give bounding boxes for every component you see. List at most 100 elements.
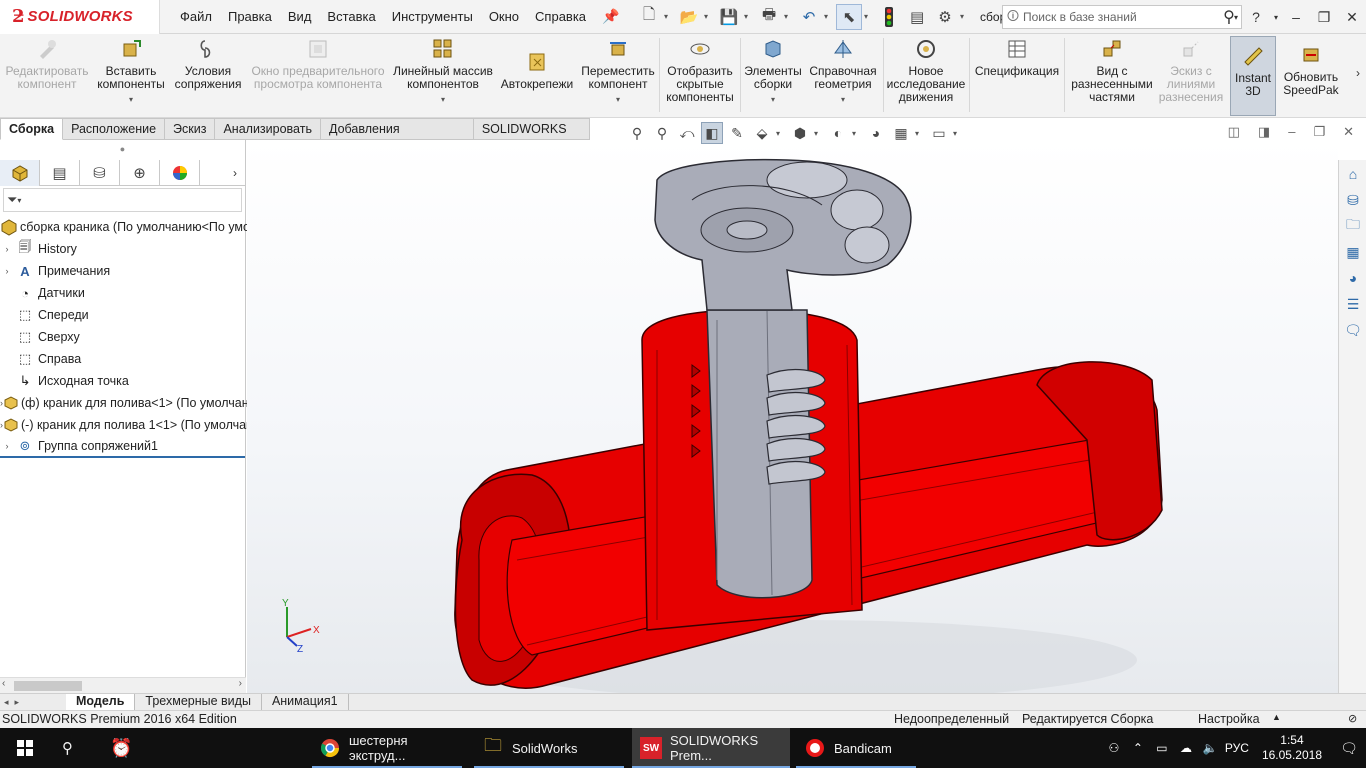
search-input[interactable]: Поиск в базе знаний [1023,10,1217,24]
show-hidden-components-button[interactable]: Отобразить скрытые компоненты [662,36,738,116]
dynamic-annotation-icon[interactable]: ✎ [726,122,748,144]
print-dropdown-icon[interactable]: ▾ [784,12,794,21]
task-view-icon[interactable]: ⏰ [110,728,136,768]
menu-view[interactable]: Вид [280,0,320,34]
tab-addins[interactable]: Добавления SOLIDWORKS [320,118,474,156]
apply-scene-icon[interactable]: ▦ [890,122,912,144]
new-motion-study-button[interactable]: Новое исследование движения [885,36,967,116]
tree-item-history[interactable]: › 🗐 History [0,238,245,260]
tab-3d-views[interactable]: Трехмерные виды [135,694,262,710]
undo-dropdown-icon[interactable]: ▾ [824,12,834,21]
tree-item-sensors[interactable]: ◔ Датчики [0,282,245,304]
filter-dropdown-icon[interactable]: ▾ [17,196,21,205]
knowledge-base-search[interactable]: 🛈 Поиск в базе знаний ⚲ [1002,5,1242,29]
notifications-icon[interactable]: 🗨 [1332,740,1366,757]
solidworks-resources-icon[interactable]: ⌂ [1341,162,1365,186]
tabs-more-chevron-icon[interactable]: › [225,160,245,185]
doc-restore-left-icon[interactable]: ◫ [1228,124,1240,140]
forum-icon[interactable]: 🗨 [1341,318,1365,342]
tree-item-front-plane[interactable]: ⬚ Спереди [0,304,245,326]
edit-appearance-icon[interactable]: ◕ [865,122,887,144]
hide-show-items-icon[interactable]: ◐ [827,122,849,144]
open-icon[interactable]: 📂 [676,4,702,30]
doc-maximize-icon[interactable]: ❐ [1313,124,1325,140]
dimxpert-manager-tab-icon[interactable]: ⊕ [120,160,160,186]
appearances-icon[interactable]: ◕ [1341,266,1365,290]
tab-navigation-arrows-icon[interactable]: ◂▸ [0,697,66,708]
scroll-left-icon[interactable]: ‹ [2,678,5,689]
insert-components-dropdown-icon[interactable]: ▾ [129,93,133,106]
insert-components-button[interactable]: Вставить компоненты ▾ [94,36,168,116]
expand-icon[interactable]: › [0,266,14,276]
move-component-dropdown-icon[interactable]: ▾ [616,93,620,106]
file-properties-icon[interactable]: ▤ [904,4,930,30]
restore-icon[interactable]: ❐ [1310,9,1338,26]
menu-tools[interactable]: Инструменты [384,0,481,34]
doc-restore-right-icon[interactable]: ◨ [1258,124,1270,140]
view-settings-dropdown-icon[interactable]: ▾ [953,129,963,138]
view-orientation-icon[interactable]: ⬙ [751,122,773,144]
move-component-button[interactable]: Переместить компонент ▾ [580,36,656,116]
graphics-area[interactable]: Y X Z [247,140,1338,693]
taskbar-app-folder[interactable]: 🗀 SolidWorks [474,728,624,768]
open-dropdown-icon[interactable]: ▾ [704,12,714,21]
undo-icon[interactable]: ↶ [796,4,822,30]
smart-fasteners-button[interactable]: Автокрепежи [496,36,578,116]
clock[interactable]: 1:54 16.05.2018 [1262,733,1322,763]
tree-item-right-plane[interactable]: ⬚ Справа [0,348,245,370]
solidworks-logo[interactable]: ƻ SOLIDWORKS [0,0,160,34]
exploded-view-button[interactable]: Вид с разнесенными частями [1066,36,1158,116]
menu-window[interactable]: Окно [481,0,527,34]
settings-up-icon[interactable]: ▲ [1272,712,1281,722]
reference-geometry-dropdown-icon[interactable]: ▾ [841,93,845,106]
language-indicator[interactable]: РУС [1222,741,1252,755]
menu-edit[interactable]: Правка [220,0,280,34]
tab-mbd[interactable]: SOLIDWORKS MBD [473,118,590,156]
tree-item-origin[interactable]: ↳ Исходная точка [0,370,245,392]
hide-show-dropdown-icon[interactable]: ▾ [852,129,862,138]
taskbar-app-solidworks[interactable]: SW SOLIDWORKS Prem... [632,728,790,768]
tree-item-top-plane[interactable]: ⬚ Сверху [0,326,245,348]
print-icon[interactable]: 🖶 [756,4,782,30]
display-manager-tab-icon[interactable] [160,160,200,186]
doc-minimize-icon[interactable]: – [1288,124,1295,140]
close-icon[interactable]: ✕ [1338,9,1366,26]
tab-evaluate[interactable]: Анализировать [215,118,321,140]
minimize-icon[interactable]: – [1282,9,1310,25]
valve-handle[interactable] [654,158,912,311]
tab-animation[interactable]: Анимация1 [262,694,349,710]
display-style-icon[interactable]: ⬢ [789,122,811,144]
volume-icon[interactable]: 🔈 [1198,741,1222,755]
people-icon[interactable]: ⚇ [1102,741,1126,755]
component-preview-button[interactable]: Окно предварительного просмотра компонен… [248,36,388,116]
panel-grip-icon[interactable]: ● [0,140,245,160]
linear-pattern-button[interactable]: Линейный массив компонентов ▾ [392,36,494,116]
valve-assembly-model[interactable]: Y X Z [247,140,1338,693]
explode-line-sketch-button[interactable]: Эскиз с линиями разнесения [1158,36,1224,116]
view-palette-icon[interactable]: ▦ [1341,240,1365,264]
tree-item-annotations[interactable]: › A Примечания [0,260,245,282]
tab-model[interactable]: Модель [66,694,136,710]
status-settings[interactable]: Настройка [1198,712,1260,726]
new-document-icon[interactable]: 🗋 [636,4,662,30]
select-dropdown-icon[interactable]: ▾ [864,12,874,21]
network-icon[interactable]: ▭ [1150,741,1174,755]
tab-layout[interactable]: Расположение [63,118,166,140]
help-icon[interactable]: ? [1242,9,1270,25]
tab-assembly[interactable]: Сборка [0,118,64,140]
taskbar-app-bandicam[interactable]: Bandicam [796,728,916,768]
rebuild-traffic-light-icon[interactable] [876,4,902,30]
tree-root-assembly[interactable]: сборка краника (По умолчанию<По умолчани… [0,216,465,238]
feature-manager-tab-icon[interactable] [0,160,40,186]
search-dropdown-icon[interactable]: ▾ [1230,13,1242,22]
taskbar-app-chrome[interactable]: шестерня экструд... [312,728,462,768]
view-settings-icon[interactable]: ▭ [928,122,950,144]
assembly-features-button[interactable]: Элементы сборки ▾ [742,36,804,116]
apply-scene-dropdown-icon[interactable]: ▾ [915,129,925,138]
scroll-right-icon[interactable]: › [239,678,242,689]
design-library-icon[interactable]: ⛁ [1341,188,1365,212]
zoom-to-fit-icon[interactable]: ⚲ [626,122,648,144]
filter-icon[interactable]: ⏷ [7,192,17,208]
doc-close-icon[interactable]: ✕ [1343,124,1354,140]
help-dropdown-icon[interactable]: ▾ [1270,13,1282,22]
